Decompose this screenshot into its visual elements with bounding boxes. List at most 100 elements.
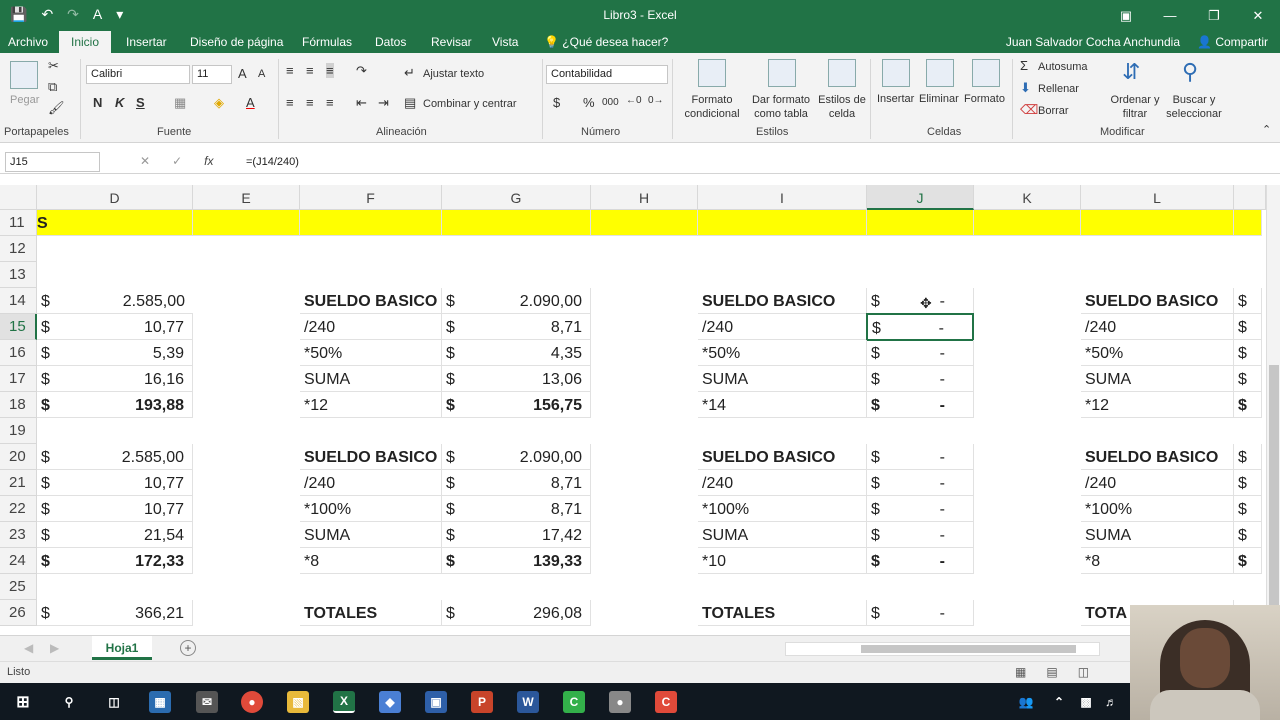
find-icon[interactable]: ⚲ [1182, 59, 1198, 85]
align-bottom-icon[interactable]: ≡ [326, 63, 334, 78]
page-break-icon[interactable]: ◫ [1078, 665, 1089, 679]
cell-m16[interactable]: $ [1234, 340, 1262, 366]
formula-input[interactable]: =(J14/240) [246, 156, 299, 168]
font-size-select[interactable]: 11 [192, 65, 232, 84]
column-header-k[interactable]: K [974, 185, 1081, 210]
row-header[interactable]: 24 [0, 548, 37, 574]
cell-d21[interactable]: $10,77 [37, 470, 193, 496]
cell-f22[interactable]: *100% [300, 496, 442, 522]
add-sheet-button[interactable]: + [180, 640, 196, 656]
cell-m21[interactable]: $ [1234, 470, 1262, 496]
cell-g17[interactable]: $13,06 [442, 366, 591, 392]
next-sheet-icon[interactable]: ▶ [50, 641, 59, 655]
column-header-m[interactable] [1234, 185, 1266, 210]
wrap-text-button[interactable]: Ajustar texto [423, 68, 484, 80]
cell-l22[interactable]: *100% [1081, 496, 1234, 522]
cell-g16[interactable]: $4,35 [442, 340, 591, 366]
scroll-thumb[interactable] [1269, 365, 1279, 605]
underline-button[interactable]: S [136, 95, 145, 110]
delete-cells-icon[interactable] [926, 59, 954, 87]
cell-d20[interactable]: $2.585,00 [37, 444, 193, 470]
cell-styles-button[interactable]: Estilos de celda [816, 93, 868, 121]
column-header-e[interactable]: E [193, 185, 300, 210]
number-format-select[interactable]: Contabilidad [546, 65, 668, 84]
store-icon[interactable]: ▦ [149, 691, 171, 713]
cell-g23[interactable]: $17,42 [442, 522, 591, 548]
borders-icon[interactable]: ▦ [174, 95, 186, 111]
close-button[interactable]: ✕ [1236, 0, 1280, 31]
cut-icon[interactable]: ✂ [48, 58, 59, 74]
row-header[interactable]: 25 [0, 574, 37, 600]
insert-function-icon[interactable]: fx [204, 154, 213, 168]
cell-g20[interactable]: $2.090,00 [442, 444, 591, 470]
spreadsheet-grid[interactable]: D E F G H I J K L 11 12 13 14 15 16 17 1… [0, 185, 1266, 635]
find-select-button[interactable]: Buscar y seleccionar [1160, 93, 1228, 121]
row-header[interactable]: 12 [0, 236, 37, 262]
task-view-icon[interactable]: ◫ [103, 691, 125, 713]
mail-icon[interactable]: ✉ [196, 691, 218, 713]
cell-j17[interactable]: $ - [867, 366, 974, 392]
cell-d17[interactable]: $16,16 [37, 366, 193, 392]
network-icon[interactable]: ▩ [1075, 691, 1097, 713]
horizontal-scrollbar[interactable] [785, 642, 1100, 656]
recorder-icon[interactable]: C [655, 691, 677, 713]
format-table-button[interactable]: Dar formato como tabla [748, 93, 814, 121]
normal-view-icon[interactable]: ▦ [1015, 665, 1026, 679]
cell-l23[interactable]: SUMA [1081, 522, 1234, 548]
column-header-i[interactable]: I [698, 185, 867, 210]
tab-formulas[interactable]: Fórmulas [302, 35, 352, 49]
collapse-ribbon-icon[interactable]: ⌃ [1262, 123, 1271, 136]
paste-icon[interactable] [10, 61, 38, 89]
cell-j23[interactable]: $ - [867, 522, 974, 548]
cell-i20[interactable]: SUELDO BASICO [698, 444, 867, 470]
sort-filter-button[interactable]: Ordenar y filtrar [1110, 93, 1160, 121]
cell-g22[interactable]: $8,71 [442, 496, 591, 522]
cell-j24[interactable]: $ - [867, 548, 974, 574]
scroll-thumb[interactable] [861, 645, 1076, 653]
cell-i21[interactable]: /240 [698, 470, 867, 496]
percent-button[interactable]: % [583, 95, 595, 110]
increase-indent-icon[interactable]: ⇥ [378, 95, 389, 111]
cell-f16[interactable]: *50% [300, 340, 442, 366]
format-cells-icon[interactable] [972, 59, 1000, 87]
row-header[interactable]: 21 [0, 470, 37, 496]
cell-h11[interactable] [591, 210, 698, 236]
conditional-format-button[interactable]: Formato condicional [680, 93, 744, 121]
cell-m23[interactable]: $ [1234, 522, 1262, 548]
cell-i24[interactable]: *10 [698, 548, 867, 574]
row-header[interactable]: 16 [0, 340, 37, 366]
delete-cells-button[interactable]: Eliminar [919, 93, 959, 105]
cell-l14[interactable]: SUELDO BASICO [1081, 288, 1234, 314]
cell-f20[interactable]: SUELDO BASICO [300, 444, 442, 470]
cell-m17[interactable]: $ [1234, 366, 1262, 392]
thousands-button[interactable]: 000 [602, 97, 619, 108]
cell-d23[interactable]: $21,54 [37, 522, 193, 548]
wrap-text-icon[interactable]: ↵ [404, 65, 415, 81]
row-header[interactable]: 19 [0, 418, 37, 444]
cell-g14[interactable]: $2.090,00 [442, 288, 591, 314]
cell-f11[interactable] [300, 210, 442, 236]
cell-g18[interactable]: $156,75 [442, 392, 591, 418]
windows-start-icon[interactable]: ⊞ [12, 691, 34, 713]
people-icon[interactable]: 👥 [1015, 691, 1037, 713]
font-color-icon[interactable]: A [246, 95, 255, 110]
file-explorer-icon[interactable]: ▧ [287, 691, 309, 713]
cube-app-icon[interactable]: ◆ [379, 691, 401, 713]
font-name-select[interactable]: Calibri [86, 65, 190, 84]
cell-m20[interactable]: $ [1234, 444, 1262, 470]
cell-j16[interactable]: $ - [867, 340, 974, 366]
insert-cells-icon[interactable] [882, 59, 910, 87]
cell-m18[interactable]: $ [1234, 392, 1262, 418]
italic-button[interactable]: K [115, 95, 124, 110]
cell-i15[interactable]: /240 [698, 314, 867, 340]
cell-f26[interactable]: TOTALES [300, 600, 442, 626]
increase-decimal-icon[interactable]: ←0 [626, 95, 642, 106]
cell-j18[interactable]: $ - [867, 392, 974, 418]
cell-m14[interactable]: $ [1234, 288, 1262, 314]
tab-insertar[interactable]: Insertar [126, 35, 167, 49]
cell-f21[interactable]: /240 [300, 470, 442, 496]
tab-vista[interactable]: Vista [492, 35, 518, 49]
cell-f15[interactable]: /240 [300, 314, 442, 340]
cell-f23[interactable]: SUMA [300, 522, 442, 548]
cell-d14[interactable]: $2.585,00 [37, 288, 193, 314]
